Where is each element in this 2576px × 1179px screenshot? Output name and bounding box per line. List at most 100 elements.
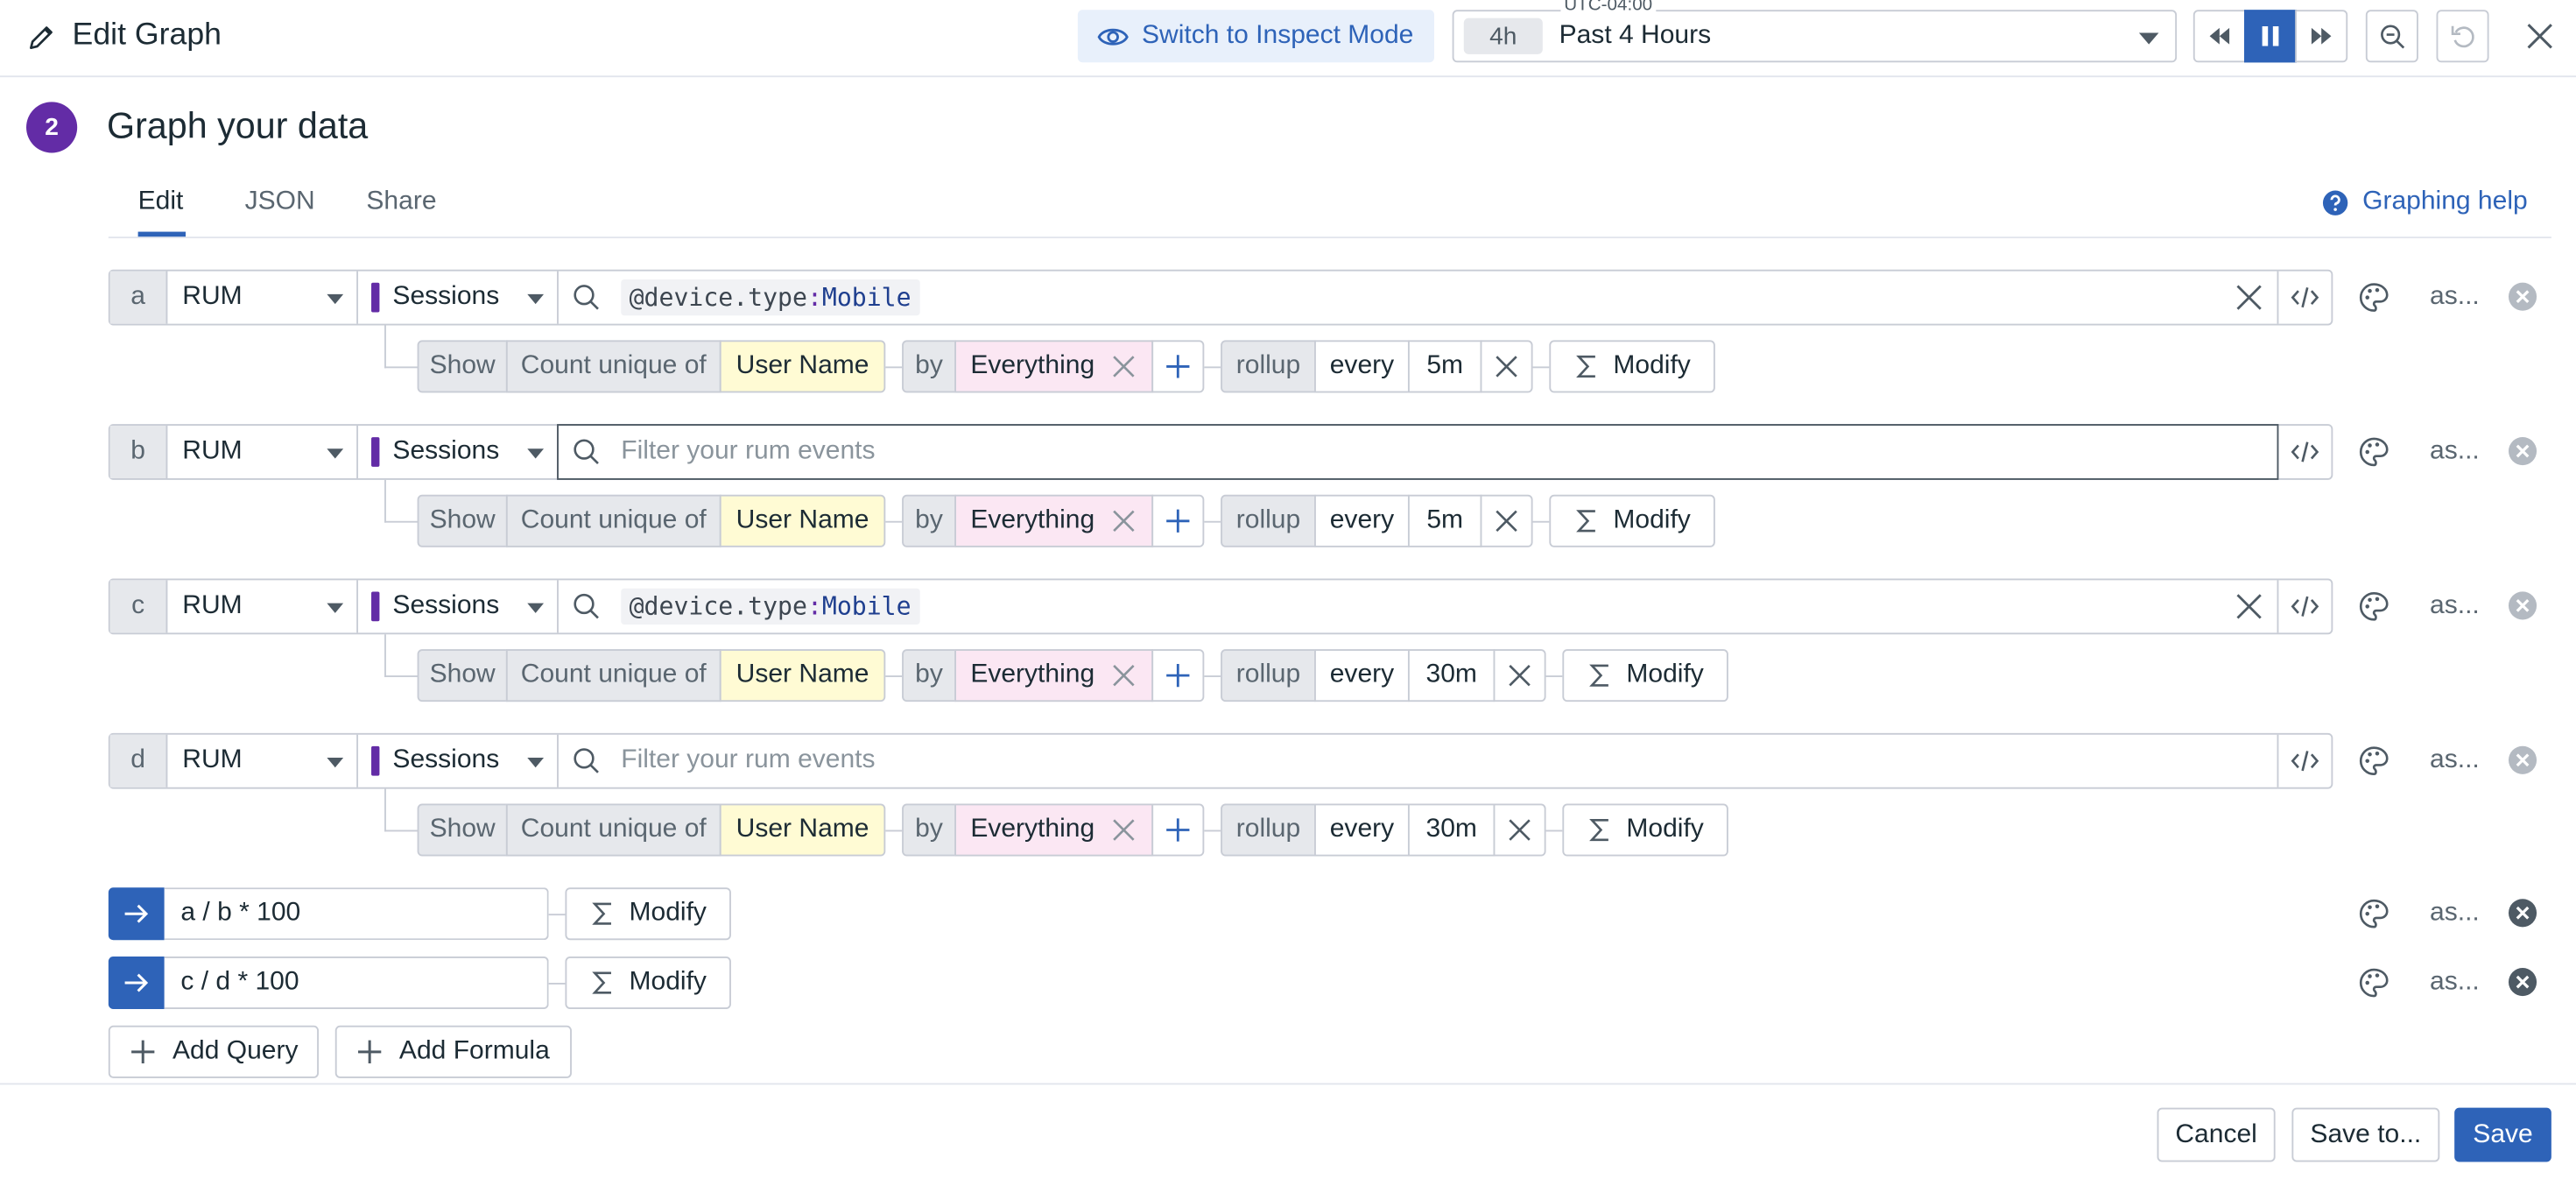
add-formula-button[interactable]: Add Formula bbox=[334, 1025, 572, 1078]
cancel-button[interactable]: Cancel bbox=[2157, 1107, 2276, 1162]
formula-modify-button[interactable]: Modify bbox=[565, 956, 731, 1010]
formula-input[interactable]: a / b * 100 bbox=[164, 887, 549, 941]
datasource-select[interactable]: RUM bbox=[167, 734, 359, 787]
aggregation-select[interactable]: Count unique of bbox=[505, 803, 721, 857]
alias-input[interactable]: as... bbox=[2430, 437, 2480, 467]
measure-select[interactable]: User Name bbox=[719, 494, 886, 547]
alias-input[interactable]: as... bbox=[2430, 591, 2480, 621]
group-by-tag[interactable]: Everything bbox=[954, 340, 1154, 393]
query-letter[interactable]: a bbox=[109, 271, 168, 324]
remove-rollup-button[interactable] bbox=[1480, 494, 1533, 547]
close-icon[interactable] bbox=[1111, 508, 1137, 534]
group-by-tag[interactable]: Everything bbox=[954, 649, 1154, 702]
add-group-button[interactable] bbox=[1151, 494, 1205, 547]
remove-icon[interactable] bbox=[2507, 281, 2538, 313]
close-modal-button[interactable] bbox=[2520, 17, 2559, 56]
modify-button[interactable]: Modify bbox=[1562, 649, 1728, 702]
remove-rollup-button[interactable] bbox=[1480, 340, 1533, 393]
source-select[interactable]: Sessions bbox=[358, 271, 559, 324]
rollup-interval[interactable]: 5m bbox=[1407, 340, 1482, 393]
zoom-out-button[interactable] bbox=[2365, 10, 2418, 63]
palette-icon[interactable] bbox=[2357, 435, 2390, 469]
save-button[interactable]: Save bbox=[2454, 1107, 2551, 1162]
pause-button[interactable] bbox=[2243, 10, 2298, 63]
time-range-selector[interactable]: 4h Past 4 Hours bbox=[1452, 10, 2178, 63]
tab-json[interactable]: JSON bbox=[245, 187, 315, 217]
palette-icon[interactable] bbox=[2357, 745, 2390, 778]
modify-button[interactable]: Modify bbox=[1562, 803, 1728, 857]
add-group-button[interactable] bbox=[1151, 340, 1205, 393]
query-letter[interactable]: b bbox=[109, 425, 168, 478]
palette-icon[interactable] bbox=[2357, 966, 2390, 999]
query-letter[interactable]: c bbox=[109, 580, 168, 633]
query-letter[interactable]: d bbox=[109, 734, 168, 787]
close-icon[interactable] bbox=[1111, 817, 1137, 844]
source-select[interactable]: Sessions bbox=[358, 425, 559, 478]
measure-select[interactable]: User Name bbox=[719, 340, 886, 393]
query-filter-input[interactable]: @device.type:Mobile bbox=[559, 272, 2277, 324]
remove-rollup-button[interactable] bbox=[1493, 803, 1546, 857]
remove-icon[interactable] bbox=[2507, 966, 2538, 998]
formula-input[interactable]: c / d * 100 bbox=[164, 956, 549, 1010]
query-filter-input[interactable]: Filter your rum events bbox=[557, 424, 2279, 480]
rollup-every[interactable]: every bbox=[1314, 340, 1410, 393]
rollup-interval[interactable]: 30m bbox=[1407, 649, 1496, 702]
filter-token[interactable]: @device.type:Mobile bbox=[621, 279, 919, 316]
aggregation-select[interactable]: Count unique of bbox=[505, 340, 721, 393]
palette-icon[interactable] bbox=[2357, 590, 2390, 624]
switch-inspect-mode-button[interactable]: Switch to Inspect Mode bbox=[1077, 10, 1434, 63]
palette-icon[interactable] bbox=[2357, 897, 2390, 930]
save-to-button[interactable]: Save to... bbox=[2291, 1107, 2440, 1162]
query-filter-input[interactable]: @device.type:Mobile bbox=[559, 580, 2277, 632]
datasource-select[interactable]: RUM bbox=[167, 425, 359, 478]
rollup-every[interactable]: every bbox=[1314, 494, 1410, 547]
clear-icon[interactable] bbox=[2235, 591, 2264, 621]
remove-icon[interactable] bbox=[2507, 897, 2538, 928]
measure-select[interactable]: User Name bbox=[719, 803, 886, 857]
measure-select[interactable]: User Name bbox=[719, 649, 886, 702]
filter-token[interactable]: @device.type:Mobile bbox=[621, 588, 919, 625]
close-icon[interactable] bbox=[1111, 662, 1137, 688]
add-group-button[interactable] bbox=[1151, 649, 1205, 702]
modify-button[interactable]: Modify bbox=[1549, 494, 1715, 547]
add-query-button[interactable]: Add Query bbox=[108, 1025, 319, 1078]
alias-input[interactable]: as... bbox=[2430, 746, 2480, 776]
formula-modify-button[interactable]: Modify bbox=[565, 887, 731, 941]
add-group-button[interactable] bbox=[1151, 803, 1205, 857]
code-toggle-button[interactable] bbox=[2277, 734, 2332, 787]
undo-button[interactable] bbox=[2436, 10, 2489, 63]
fast-forward-button[interactable] bbox=[2295, 10, 2348, 63]
formula-indicator bbox=[108, 956, 165, 1010]
alias-input[interactable]: as... bbox=[2430, 968, 2480, 998]
tab-share[interactable]: Share bbox=[366, 187, 436, 217]
palette-icon[interactable] bbox=[2357, 281, 2390, 314]
rollup-every[interactable]: every bbox=[1314, 649, 1410, 702]
aggregation-select[interactable]: Count unique of bbox=[505, 494, 721, 547]
remove-icon[interactable] bbox=[2507, 590, 2538, 622]
modify-button[interactable]: Modify bbox=[1549, 340, 1715, 393]
code-toggle-button[interactable] bbox=[2277, 580, 2332, 633]
alias-input[interactable]: as... bbox=[2430, 283, 2480, 313]
rollup-interval[interactable]: 5m bbox=[1407, 494, 1482, 547]
remove-rollup-button[interactable] bbox=[1493, 649, 1546, 702]
rewind-button[interactable] bbox=[2192, 10, 2246, 63]
source-select[interactable]: Sessions bbox=[358, 580, 559, 633]
alias-input[interactable]: as... bbox=[2430, 899, 2480, 928]
query-filter-input[interactable]: Filter your rum events bbox=[559, 735, 2277, 787]
clear-icon[interactable] bbox=[2235, 283, 2264, 313]
graphing-help-link[interactable]: Graphing help bbox=[2321, 187, 2528, 217]
group-by-tag[interactable]: Everything bbox=[954, 494, 1154, 547]
source-select[interactable]: Sessions bbox=[358, 734, 559, 787]
tab-edit[interactable]: Edit bbox=[138, 187, 184, 217]
remove-icon[interactable] bbox=[2507, 745, 2538, 776]
datasource-select[interactable]: RUM bbox=[167, 580, 359, 633]
aggregation-select[interactable]: Count unique of bbox=[505, 649, 721, 702]
rollup-interval[interactable]: 30m bbox=[1407, 803, 1496, 857]
group-by-tag[interactable]: Everything bbox=[954, 803, 1154, 857]
close-icon[interactable] bbox=[1111, 353, 1137, 379]
datasource-select[interactable]: RUM bbox=[167, 271, 359, 324]
remove-icon[interactable] bbox=[2507, 435, 2538, 467]
code-toggle-button[interactable] bbox=[2277, 425, 2332, 478]
rollup-every[interactable]: every bbox=[1314, 803, 1410, 857]
code-toggle-button[interactable] bbox=[2277, 271, 2332, 324]
